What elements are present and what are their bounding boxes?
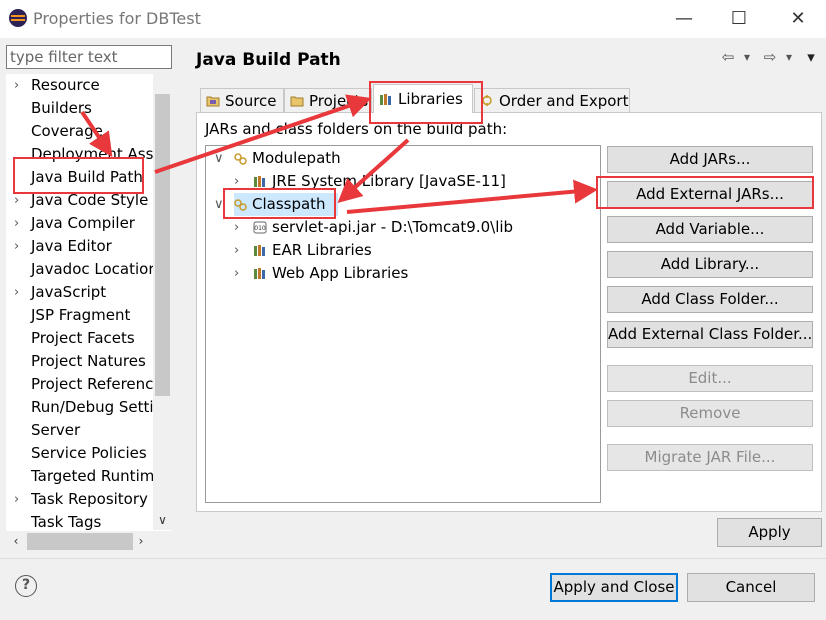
scroll-right-icon[interactable]: ›: [133, 531, 149, 552]
apply-button[interactable]: Apply: [717, 518, 822, 547]
nav-item-run-debug-settings[interactable]: Run/Debug Setti: [6, 396, 154, 419]
forward-arrow-icon[interactable]: ⇨: [761, 48, 779, 66]
scroll-left-icon[interactable]: ‹: [8, 531, 24, 552]
highlight-add-external-jars: [596, 176, 814, 209]
nav-item-java-editor[interactable]: › Java Editor: [6, 235, 154, 258]
apply-and-close-button[interactable]: Apply and Close: [550, 573, 678, 602]
add-variable-button[interactable]: Add Variable...: [607, 216, 813, 243]
nav-item-javascript[interactable]: › JavaScript: [6, 281, 154, 304]
svg-text:010: 010: [254, 225, 266, 232]
nav-horizontal-scroll-thumb[interactable]: [27, 533, 133, 550]
eclipse-icon: [9, 9, 27, 27]
nav-item-server[interactable]: Server: [6, 419, 154, 442]
chevron-right-icon[interactable]: ›: [14, 235, 26, 258]
nav-item-targeted-runtimes[interactable]: Targeted Runtim: [6, 465, 154, 488]
chevron-down-icon[interactable]: ∨: [214, 147, 226, 170]
nav-item-project-natures[interactable]: Project Natures: [6, 350, 154, 373]
back-history-dropdown-icon[interactable]: ▾: [740, 48, 754, 66]
nav-item-service-policies[interactable]: Service Policies: [6, 442, 154, 465]
chevron-right-icon[interactable]: ›: [14, 488, 26, 511]
nav-item-javadoc-location[interactable]: Javadoc Locatior: [6, 258, 154, 281]
chevron-right-icon[interactable]: ›: [14, 74, 26, 97]
tab-source[interactable]: Source: [200, 88, 284, 112]
remove-button[interactable]: Remove: [607, 400, 813, 427]
library-icon: [254, 245, 265, 256]
tree-item-modulepath[interactable]: ∨ Modulepath: [214, 147, 594, 170]
chevron-right-icon[interactable]: ›: [234, 262, 246, 285]
tab-projects[interactable]: Projects: [284, 88, 372, 112]
nav-item-resource[interactable]: › Resource: [6, 74, 154, 97]
migrate-jar-file-button[interactable]: Migrate JAR File...: [607, 444, 813, 471]
nav-item-java-compiler[interactable]: › Java Compiler: [6, 212, 154, 235]
tab-order-and-export[interactable]: Order and Export: [474, 88, 630, 112]
source-folder-icon: [206, 96, 220, 107]
back-arrow-icon[interactable]: ⇦: [719, 48, 737, 66]
nav-item-project-references[interactable]: Project Referenc: [6, 373, 154, 396]
page-title: Java Build Path: [196, 50, 341, 70]
cancel-button[interactable]: Cancel: [687, 573, 815, 602]
add-library-button[interactable]: Add Library...: [607, 251, 813, 278]
add-class-folder-button[interactable]: Add Class Folder...: [607, 286, 813, 313]
chevron-right-icon[interactable]: ›: [234, 216, 246, 239]
modulepath-icon: [234, 153, 247, 165]
highlight-java-build-path: [13, 157, 144, 194]
project-folder-icon: [290, 96, 304, 107]
highlight-classpath: [223, 188, 336, 219]
tree-item-servlet-api-jar[interactable]: › 010 servlet-api.jar - D:\Tomcat9.0\lib: [234, 216, 594, 239]
nav-item-task-repository[interactable]: › Task Repository: [6, 488, 154, 511]
forward-history-dropdown-icon[interactable]: ▾: [782, 48, 796, 66]
nav-item-coverage[interactable]: Coverage: [6, 120, 154, 143]
nav-vertical-scroll-thumb[interactable]: [155, 94, 170, 396]
chevron-right-icon[interactable]: ›: [14, 281, 26, 304]
close-button[interactable]: ✕: [778, 6, 818, 32]
jar-icon: 010: [253, 221, 267, 234]
chevron-right-icon[interactable]: ›: [14, 212, 26, 235]
filter-input[interactable]: [6, 45, 172, 69]
view-menu-icon[interactable]: ▾: [803, 48, 819, 66]
chevron-right-icon[interactable]: ›: [234, 239, 246, 262]
property-page-tree: › Resource Builders Coverage Deployment A…: [6, 74, 172, 552]
add-jars-button[interactable]: Add JARs...: [607, 146, 813, 173]
maximize-button[interactable]: ☐: [719, 6, 759, 32]
scroll-down-icon[interactable]: ∨: [153, 510, 172, 530]
help-icon[interactable]: ?: [15, 575, 37, 597]
add-external-class-folder-button[interactable]: Add External Class Folder...: [607, 321, 813, 348]
nav-item-project-facets[interactable]: Project Facets: [6, 327, 154, 350]
library-icon: [254, 268, 265, 279]
tree-item-ear-libraries[interactable]: › EAR Libraries: [234, 239, 594, 262]
minimize-button[interactable]: —: [664, 6, 704, 32]
nav-item-jsp-fragment[interactable]: JSP Fragment: [6, 304, 154, 327]
footer-separator: [0, 558, 826, 559]
highlight-libraries-tab: [369, 81, 483, 124]
window-title: Properties for DBTest: [33, 9, 201, 28]
tree-item-web-app-libraries[interactable]: › Web App Libraries: [234, 262, 594, 285]
library-icon: [254, 176, 265, 187]
nav-item-builders[interactable]: Builders: [6, 97, 154, 120]
edit-button[interactable]: Edit...: [607, 365, 813, 392]
